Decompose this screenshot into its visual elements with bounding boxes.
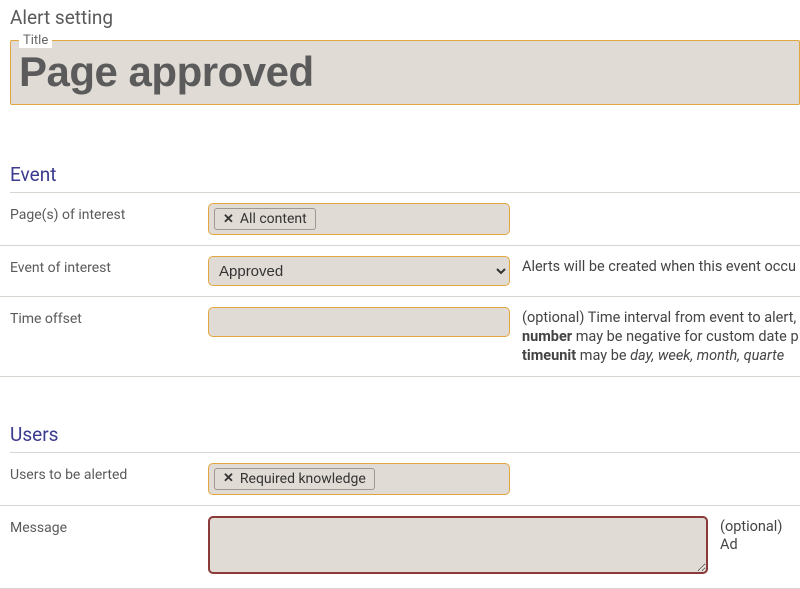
row-message: Message (optional) Ad (0, 506, 800, 589)
remove-icon[interactable]: ✕ (223, 212, 234, 227)
section-event-header: Event (10, 163, 800, 186)
help-event: Alerts will be created when this event o… (510, 256, 800, 277)
label-offset: Time offset (10, 307, 208, 327)
chip-label: All content (240, 211, 307, 227)
help-offset: (optional) Time interval from event to a… (510, 307, 800, 366)
row-pages: Page(s) of interest ✕ All content (0, 193, 800, 246)
label-event: Event of interest (10, 256, 208, 276)
row-event: Event of interest Approved Alerts will b… (0, 246, 800, 297)
title-legend: Title (19, 33, 52, 48)
title-input[interactable] (19, 48, 791, 96)
chip-all-content[interactable]: ✕ All content (214, 208, 316, 230)
row-offset: Time offset (optional) Time interval fro… (0, 297, 800, 377)
chip-label: Required knowledge (240, 471, 366, 487)
textarea-message[interactable] (208, 516, 708, 574)
section-users-header: Users (10, 423, 800, 446)
remove-icon[interactable]: ✕ (223, 471, 234, 486)
label-pages: Page(s) of interest (10, 203, 208, 223)
page-heading: Alert setting (0, 0, 800, 33)
select-event[interactable]: Approved (208, 256, 510, 286)
chip-required-knowledge[interactable]: ✕ Required knowledge (214, 468, 375, 490)
row-users: Users to be alerted ✕ Required knowledge (0, 453, 800, 506)
chipbox-pages[interactable]: ✕ All content (208, 203, 510, 235)
input-offset[interactable] (208, 307, 510, 337)
chipbox-users[interactable]: ✕ Required knowledge (208, 463, 510, 495)
title-fieldset: Title (10, 33, 800, 105)
label-users: Users to be alerted (10, 463, 208, 483)
help-message: (optional) Ad (708, 516, 800, 556)
label-message: Message (10, 516, 208, 536)
